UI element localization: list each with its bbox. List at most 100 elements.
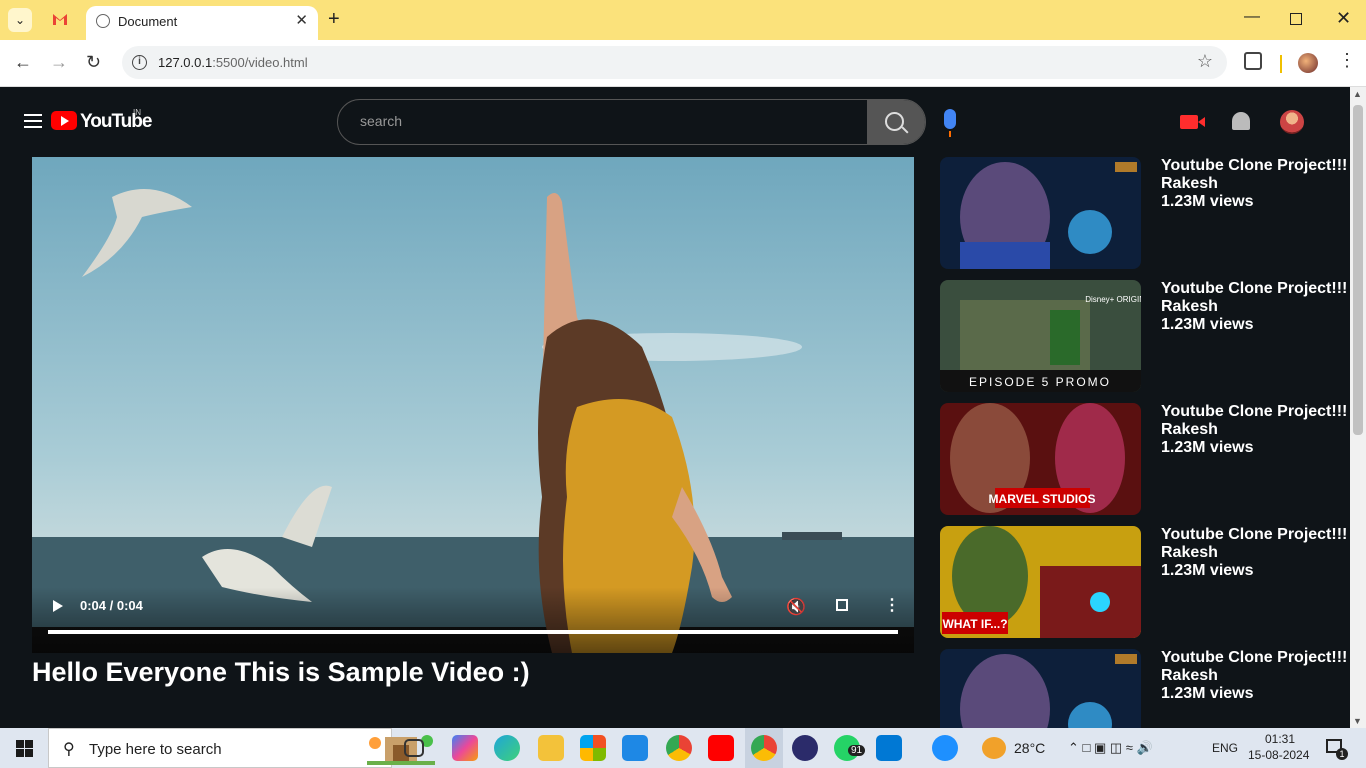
minimize-button[interactable]: —	[1244, 8, 1260, 26]
bookmark-star-icon[interactable]: ☆	[1197, 51, 1213, 72]
weather-temperature[interactable]: 28°C	[1014, 740, 1045, 756]
recommendation-thumbnail[interactable]	[940, 157, 1141, 269]
copilot-icon[interactable]	[452, 735, 478, 761]
scroll-up-icon[interactable]: ▲	[1353, 89, 1362, 99]
video-frame	[32, 157, 914, 653]
notifications-bell-icon[interactable]	[1232, 112, 1250, 130]
edge-icon[interactable]	[494, 735, 520, 761]
microphone-icon[interactable]	[944, 109, 956, 137]
search-highlight-icon	[367, 735, 435, 765]
thumbnail-caption: EPISODE 5 PROMO	[969, 375, 1111, 389]
playback-time: 0:04 / 0:04	[80, 598, 143, 613]
mdp-icon[interactable]	[622, 735, 648, 761]
recommendation-thumbnail[interactable]	[940, 649, 1141, 728]
extensions-icon[interactable]	[1244, 52, 1262, 70]
task-view-icon[interactable]	[404, 739, 424, 757]
clipchamp-icon[interactable]	[792, 735, 818, 761]
browser-tab-strip: ⌄ Document ✕ + — ✕	[0, 0, 1366, 40]
recommendation-channel[interactable]: Rakesh	[1161, 544, 1347, 562]
recommendation-title[interactable]: Youtube Clone Project!!!	[1161, 157, 1347, 175]
video-player[interactable]: 0:04 / 0:04 🔇 ⋮	[32, 157, 914, 653]
chrome-icon[interactable]	[666, 735, 692, 761]
user-avatar[interactable]	[1280, 110, 1304, 134]
restore-button[interactable]	[1290, 13, 1302, 25]
windows-taskbar: ⚲ Type here to search 91 28°C ⌃ □ ▣ ◫ ≈ …	[0, 728, 1366, 768]
fullscreen-icon[interactable]	[836, 599, 848, 611]
url-text[interactable]: 127.0.0.1:5500/video.html	[158, 55, 308, 70]
reload-icon[interactable]: ↻	[86, 52, 101, 73]
progress-bar[interactable]	[48, 630, 898, 634]
play-icon[interactable]	[53, 600, 63, 612]
more-options-icon[interactable]: ⋮	[884, 595, 900, 615]
windows-start-icon[interactable]	[16, 740, 33, 757]
chrome-active-icon[interactable]	[751, 735, 777, 761]
taskbar-search-box[interactable]: ⚲ Type here to search	[48, 728, 435, 768]
recommendation-item[interactable]: Youtube Clone Project!!! Rakesh 1.23M vi…	[940, 649, 1350, 728]
notification-count: 1	[1336, 748, 1348, 760]
recommendation-thumbnail[interactable]: WHAT IF...?	[940, 526, 1141, 638]
region-code: IN	[133, 108, 141, 117]
recommendation-item[interactable]: Youtube Clone Project!!! Rakesh 1.23M vi…	[940, 157, 1350, 280]
tab-search-button[interactable]: ⌄	[8, 8, 32, 32]
youtube-page: YouTube IN search 0:04 / 0:04 🔇 ⋮ Hello …	[0, 87, 1350, 728]
globe-icon	[96, 14, 110, 28]
search-bar	[337, 99, 926, 145]
file-explorer-icon[interactable]	[538, 735, 564, 761]
create-video-icon[interactable]	[1180, 115, 1205, 129]
hamburger-menu-icon[interactable]	[24, 114, 42, 128]
url-path: :5500/video.html	[212, 55, 308, 70]
help-icon[interactable]	[932, 735, 958, 761]
search-button[interactable]	[867, 100, 925, 144]
clock-time[interactable]: 01:31	[1262, 732, 1298, 746]
recommendation-thumbnail[interactable]: EPISODE 5 PROMO Disney+ ORIGINAL	[940, 280, 1141, 392]
recommendation-title[interactable]: Youtube Clone Project!!!	[1161, 649, 1347, 667]
recommendation-title[interactable]: Youtube Clone Project!!!	[1161, 280, 1347, 298]
search-icon: ⚲	[63, 741, 75, 758]
taskbar-search-placeholder: Type here to search	[89, 741, 222, 758]
recommendation-channel[interactable]: Rakesh	[1161, 175, 1347, 193]
clock-date[interactable]: 15-08-2024	[1248, 748, 1309, 762]
youtube-logo-icon[interactable]	[51, 111, 77, 130]
thumbnail-caption: WHAT IF...?	[942, 617, 1007, 631]
recommendation-channel[interactable]: Rakesh	[1161, 298, 1347, 316]
scroll-down-icon[interactable]: ▼	[1353, 716, 1362, 726]
mute-icon[interactable]: 🔇	[786, 597, 806, 617]
recommendation-channel[interactable]: Rakesh	[1161, 667, 1347, 685]
recommendation-item[interactable]: EPISODE 5 PROMO Disney+ ORIGINAL Youtube …	[940, 280, 1350, 403]
browser-menu-icon[interactable]: ⋮	[1338, 50, 1356, 71]
close-tab-icon[interactable]: ✕	[295, 11, 308, 29]
recommendation-title[interactable]: Youtube Clone Project!!!	[1161, 403, 1347, 421]
video-title: Hello Everyone This is Sample Video :)	[32, 657, 530, 687]
gmail-icon[interactable]	[52, 12, 68, 26]
recommendation-item[interactable]: MARVEL STUDIOS Youtube Clone Project!!! …	[940, 403, 1350, 526]
recommendation-title[interactable]: Youtube Clone Project!!!	[1161, 526, 1347, 544]
youtube-app-icon[interactable]	[708, 735, 734, 761]
whatsapp-unread-badge: 91	[848, 745, 866, 756]
microsoft-store-icon[interactable]	[580, 735, 606, 761]
forward-arrow-icon[interactable]: →	[50, 52, 68, 73]
toolbar-divider	[1280, 55, 1282, 73]
player-controls: 0:04 / 0:04 🔇 ⋮	[32, 587, 914, 653]
thumbnail-caption: MARVEL STUDIOS	[989, 492, 1096, 506]
tab-title: Document	[118, 14, 178, 29]
recommendation-channel[interactable]: Rakesh	[1161, 421, 1347, 439]
page-scrollbar[interactable]: ▲ ▼	[1350, 87, 1366, 728]
recommendation-thumbnail[interactable]: MARVEL STUDIOS	[940, 403, 1141, 515]
search-input[interactable]	[360, 113, 840, 129]
recommendation-views: 1.23M views	[1161, 562, 1254, 579]
recommendation-views: 1.23M views	[1161, 685, 1254, 702]
close-window-button[interactable]: ✕	[1336, 8, 1351, 29]
progress-fill	[48, 630, 898, 634]
weather-icon[interactable]	[982, 737, 1006, 759]
address-bar[interactable]: i 127.0.0.1:5500/video.html ☆	[122, 46, 1227, 79]
system-tray-icons[interactable]: ⌃ □ ▣ ◫ ≈ 🔊	[1068, 740, 1153, 756]
site-info-icon[interactable]: i	[132, 55, 147, 70]
scrollbar-thumb[interactable]	[1353, 105, 1363, 435]
vscode-icon[interactable]	[876, 735, 902, 761]
back-arrow-icon[interactable]: ←	[14, 52, 32, 73]
new-tab-button[interactable]: +	[328, 8, 340, 31]
recommendation-item[interactable]: WHAT IF...? Youtube Clone Project!!! Rak…	[940, 526, 1350, 649]
input-language[interactable]: ENG	[1212, 741, 1238, 755]
browser-tab-active[interactable]: Document ✕	[86, 6, 318, 40]
profile-avatar-icon[interactable]	[1298, 53, 1318, 73]
